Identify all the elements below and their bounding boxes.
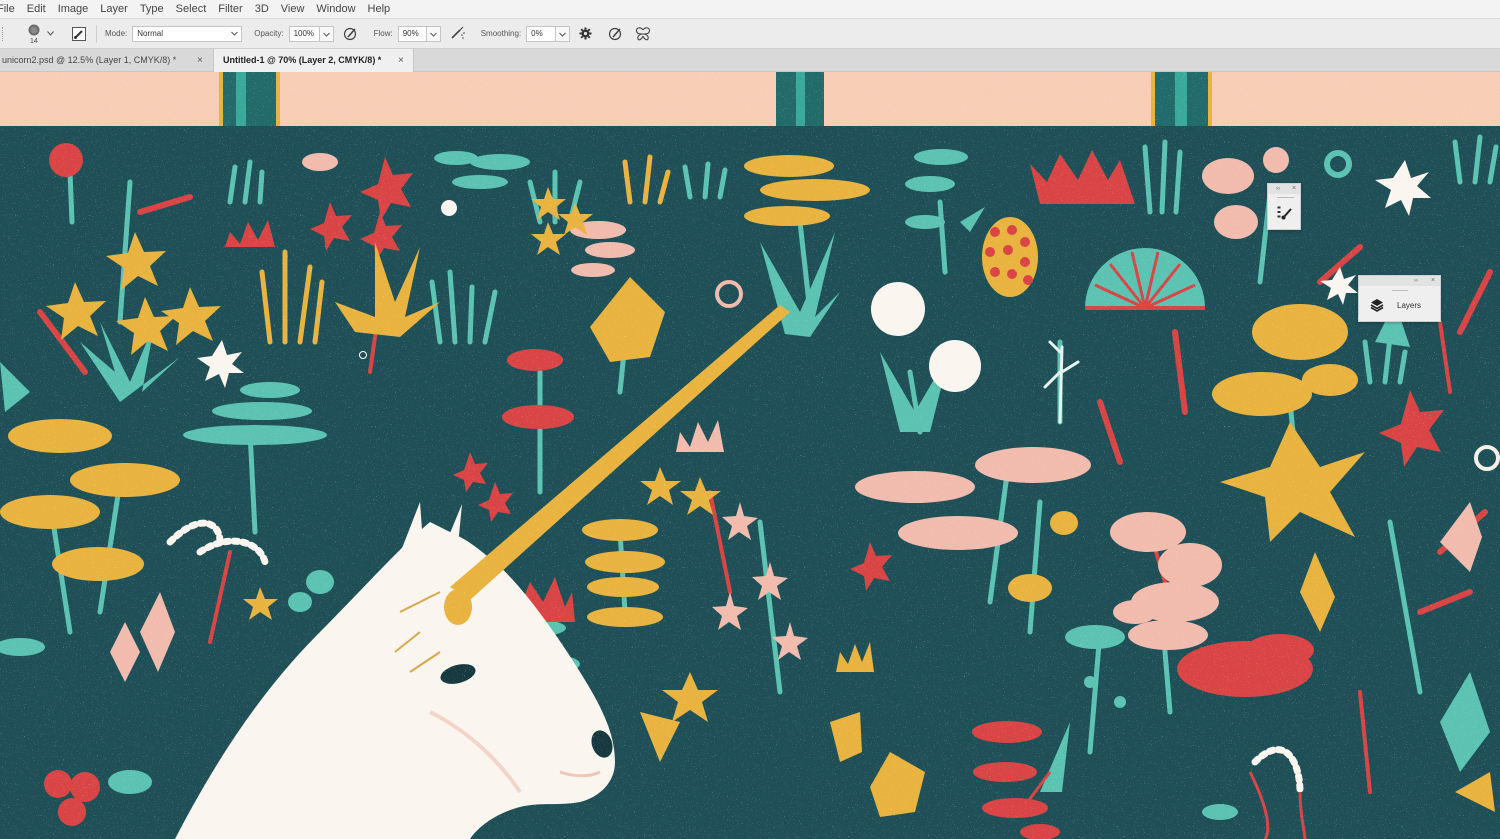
panel-grip[interactable] — [1277, 197, 1294, 198]
menu-edit[interactable]: Edit — [27, 0, 46, 19]
flow-value: 90% — [402, 28, 419, 38]
chevron-down-icon — [47, 30, 54, 36]
menu-file[interactable]: File — [0, 0, 15, 19]
symmetry-button[interactable] — [634, 25, 652, 43]
layers-panel-button[interactable]: Layers — [1370, 298, 1421, 312]
opacity-input[interactable]: 100% — [288, 25, 320, 42]
flow-label: Flow: — [373, 29, 393, 38]
panel-header[interactable]: ›› × — [1268, 184, 1300, 194]
tab-unicorn2[interactable]: unicorn2.psd @ 12.5% (Layer 1, CMYK/8) *… — [0, 49, 213, 72]
expand-panel-button[interactable]: ›› — [1276, 184, 1280, 194]
layers-label: Layers — [1397, 300, 1422, 310]
flow-input[interactable]: 90% — [397, 25, 427, 42]
menu-help[interactable]: Help — [368, 0, 391, 19]
brush-settings-icon[interactable] — [1277, 206, 1293, 220]
document-tabs: unicorn2.psd @ 12.5% (Layer 1, CMYK/8) *… — [0, 49, 1500, 72]
menu-view[interactable]: View — [281, 0, 305, 19]
opacity-value: 100% — [293, 28, 315, 38]
divider — [96, 24, 97, 43]
pressure-opacity-icon — [343, 27, 357, 41]
close-tab-button[interactable]: × — [197, 49, 203, 72]
chevron-down-icon — [322, 32, 330, 37]
layers-icon — [1370, 299, 1384, 312]
chevron-down-icon — [429, 32, 437, 37]
expand-panel-button[interactable]: ›› — [1414, 276, 1418, 286]
close-tab-button[interactable]: × — [398, 49, 404, 72]
mode-label: Mode: — [105, 29, 128, 38]
menu-type[interactable]: Type — [140, 0, 164, 19]
mode-value: Normal — [137, 28, 164, 38]
menu-window[interactable]: Window — [316, 0, 355, 19]
tab-untitled-1[interactable]: Untitled-1 @ 70% (Layer 2, CMYK/8) * × — [213, 49, 414, 72]
mode-select[interactable]: Normal — [132, 25, 243, 42]
smoothing-dropdown[interactable] — [556, 25, 571, 42]
chevron-down-icon — [559, 32, 567, 37]
photoshop-window: File Edit Image Layer Type Select Filter… — [0, 0, 1500, 839]
opacity-label: Opacity: — [254, 29, 284, 38]
smoothing-value: 0% — [531, 28, 543, 38]
brush-panel-icon — [72, 26, 86, 41]
menu-bar: File Edit Image Layer Type Select Filter… — [0, 0, 1500, 19]
smoothing-label: Smoothing: — [480, 29, 522, 38]
options-grip[interactable] — [2, 26, 4, 41]
layers-panel[interactable]: ›› × Layers — [1358, 275, 1441, 322]
chevron-down-icon — [231, 31, 239, 36]
panel-grip[interactable] — [1392, 290, 1408, 291]
menu-select[interactable]: Select — [176, 0, 207, 19]
close-panel-button[interactable]: × — [1431, 276, 1435, 286]
airbrush-button[interactable] — [449, 25, 467, 43]
pressure-size-icon — [608, 27, 621, 41]
brush-settings-toggle[interactable] — [70, 25, 88, 43]
brush-settings-panel[interactable]: ›› × — [1267, 183, 1301, 230]
smoothing-input[interactable]: 0% — [526, 25, 557, 42]
menu-3d[interactable]: 3D — [255, 0, 269, 19]
brush-preset-picker[interactable]: 14 — [18, 21, 56, 47]
opacity-dropdown[interactable] — [319, 25, 334, 42]
brush-tip-icon — [28, 24, 40, 35]
brush-size: 14 — [30, 37, 38, 45]
menu-layer[interactable]: Layer — [100, 0, 128, 19]
smoothing-options-button[interactable] — [576, 25, 594, 43]
menu-filter[interactable]: Filter — [218, 0, 242, 19]
tab-label: Untitled-1 @ 70% (Layer 2, CMYK/8) * — [223, 55, 382, 65]
close-panel-button[interactable]: × — [1292, 184, 1296, 194]
pressure-opacity-button[interactable] — [342, 25, 360, 43]
gear-icon — [579, 27, 592, 40]
panel-header[interactable]: ›› × — [1359, 276, 1440, 286]
pressure-size-button[interactable] — [606, 25, 624, 43]
flow-dropdown[interactable] — [426, 25, 441, 42]
tab-label: unicorn2.psd @ 12.5% (Layer 1, CMYK/8) * — [2, 55, 177, 65]
airbrush-icon — [451, 26, 465, 39]
options-bar: 14 Mode: Normal Opacity: 100% Flow: 90% … — [0, 19, 1500, 49]
butterfly-symmetry-icon — [636, 26, 651, 40]
menu-image[interactable]: Image — [58, 0, 89, 19]
